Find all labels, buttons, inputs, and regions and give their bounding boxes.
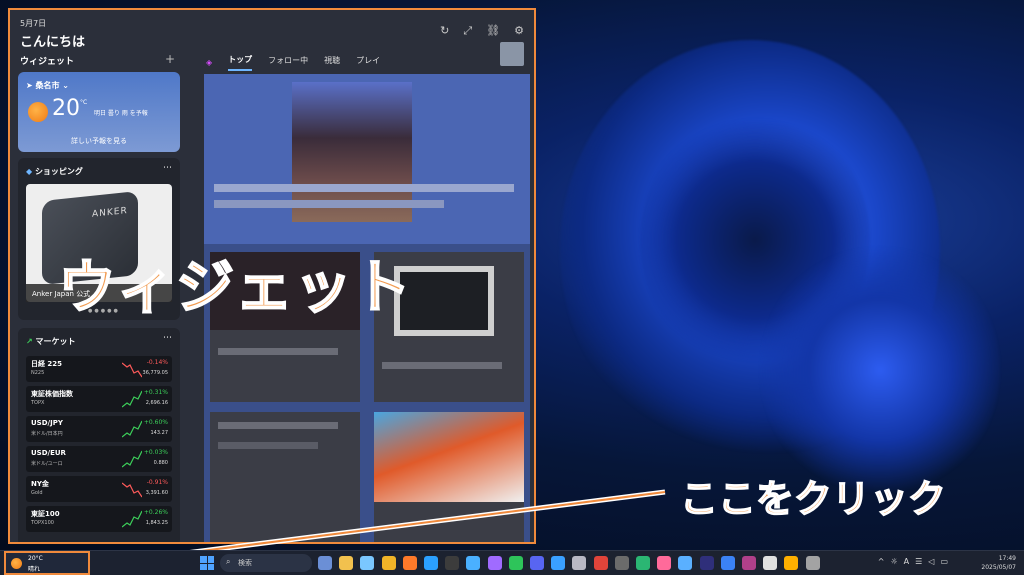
taskbar-app-icon[interactable] xyxy=(318,556,332,570)
taskbar-app-icon[interactable] xyxy=(720,556,735,570)
taskbar-app-icon[interactable] xyxy=(699,556,714,570)
taskbar-condition: 晴れ xyxy=(28,566,41,573)
taskbar-app-icon[interactable] xyxy=(487,556,502,570)
taskbar-app-icon[interactable] xyxy=(402,556,417,570)
taskbar-app-icon[interactable] xyxy=(593,556,608,570)
taskbar-app-icon[interactable] xyxy=(360,556,375,570)
taskbar-app-icon[interactable] xyxy=(805,556,820,570)
taskbar-app-icon[interactable] xyxy=(445,556,460,570)
clock-time: 17:49 xyxy=(998,555,1016,562)
taskbar-app-icon[interactable] xyxy=(572,556,587,570)
taskbar-app-icon[interactable] xyxy=(636,556,650,570)
sunny-icon xyxy=(11,558,22,569)
start-icon[interactable] xyxy=(200,556,214,570)
taskbar-app-icon[interactable] xyxy=(530,556,544,570)
search-icon: ⌕ xyxy=(226,557,231,566)
taskbar-app-icon[interactable] xyxy=(466,556,481,570)
taskbar-app-icon[interactable] xyxy=(763,556,778,570)
taskbar-app-icon[interactable] xyxy=(614,556,629,570)
taskbar-app-icon[interactable] xyxy=(657,556,672,570)
taskbar-app-icon[interactable] xyxy=(784,556,799,570)
taskbar-temp: 20°C xyxy=(28,555,43,562)
system-tray[interactable]: 17:49 2025/05/07 xyxy=(981,554,1016,572)
taskbar-weather-widget[interactable]: 20°C 晴れ xyxy=(4,551,90,575)
taskbar-app-icon[interactable] xyxy=(339,556,354,570)
taskbar-app-icon[interactable] xyxy=(508,556,523,570)
search-placeholder: 検索 xyxy=(238,559,252,567)
taskbar-app-icon[interactable] xyxy=(678,556,693,570)
clock-date: 2025/05/07 xyxy=(981,564,1016,571)
taskbar-app-icon[interactable] xyxy=(742,556,756,570)
search-box[interactable]: ⌕ 検索 xyxy=(220,554,312,572)
tray-icons[interactable]: ^☼A☰◁▭ xyxy=(878,557,954,566)
arrow-annotation xyxy=(94,489,666,569)
taskbar-app-icon[interactable] xyxy=(424,556,438,570)
taskbar-app-icon[interactable] xyxy=(381,556,396,570)
taskbar-app-icon[interactable] xyxy=(551,556,566,570)
taskbar: 20°C 晴れ ⌕ 検索 17:49 2025/05/07 ^☼A☰◁▭ xyxy=(0,550,1024,575)
